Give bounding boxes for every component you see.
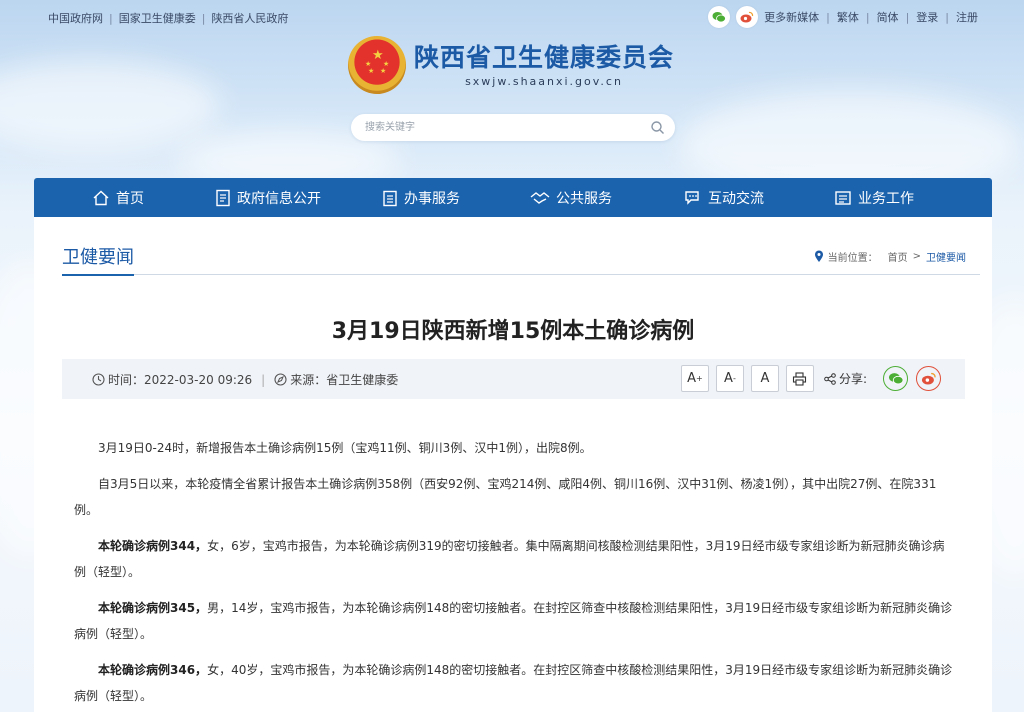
- article-source: 来源： 省卫生健康委: [274, 371, 398, 388]
- weibo-icon: [921, 372, 936, 385]
- time-label: 时间：: [108, 373, 145, 387]
- clock-icon: [92, 373, 105, 386]
- simplified-chinese-link[interactable]: 简体: [877, 9, 899, 25]
- compass-icon: [274, 373, 287, 386]
- source-value: 省卫生健康委: [326, 373, 399, 387]
- divider: |: [945, 10, 949, 24]
- content-panel: 卫健要闻 当前位置： 首页 > 卫健要闻 3月19日陕西新增15例本土确诊病例 …: [34, 217, 992, 712]
- case-heading: 本轮确诊病例344，: [98, 539, 208, 553]
- nav-item-interaction[interactable]: 互动交流: [684, 178, 764, 217]
- search-box: [351, 114, 675, 141]
- share-wechat-button[interactable]: [883, 366, 908, 391]
- minus-icon: -: [732, 374, 736, 383]
- font-button-label: A: [687, 371, 697, 386]
- breadcrumb-prefix: 当前位置：: [827, 253, 878, 264]
- link-shaanxi-gov[interactable]: 陕西省人民政府: [211, 10, 288, 26]
- home-icon: [93, 190, 109, 205]
- section-header: 卫健要闻 当前位置： 首页 > 卫健要闻: [62, 243, 980, 276]
- breadcrumb-home[interactable]: 首页: [888, 249, 908, 264]
- print-button[interactable]: [785, 365, 814, 392]
- nav-item-business[interactable]: 业务工作: [834, 178, 914, 217]
- logo-text: 陕西省卫生健康委员会 sxwjw.shaanxi.gov.cn: [414, 43, 674, 88]
- print-icon: [793, 371, 807, 386]
- link-nhc[interactable]: 国家卫生健康委: [119, 10, 196, 26]
- nav-item-public-services[interactable]: 公共服务: [530, 178, 612, 217]
- share-label: 分享:: [824, 370, 867, 387]
- section-title: 卫健要闻: [62, 243, 134, 276]
- handshake-icon: [530, 191, 550, 204]
- search-icon[interactable]: [650, 120, 665, 135]
- nav-item-home[interactable]: 首页: [92, 178, 144, 217]
- top-links: 中国政府网 | 国家卫生健康委 | 陕西省人民政府: [48, 10, 288, 26]
- paragraph: 3月19日0-24时，新增报告本土确诊病例15例（宝鸡11例、铜川3例、汉中1例…: [98, 441, 592, 455]
- nav-label: 公共服务: [556, 190, 612, 207]
- divider: |: [261, 372, 266, 387]
- plus-icon: +: [696, 374, 703, 383]
- font-increase-button[interactable]: A +: [680, 365, 709, 392]
- national-emblem-icon: ★ ★ ★ ★ ★: [348, 36, 406, 94]
- search-input[interactable]: [365, 119, 635, 136]
- login-link[interactable]: 登录: [916, 9, 938, 25]
- wechat-icon[interactable]: [708, 6, 731, 28]
- site-name: 陕西省卫生健康委员会: [414, 42, 675, 72]
- site-domain: sxwjw.shaanxi.gov.cn: [465, 74, 623, 88]
- nav-label: 业务工作: [858, 190, 914, 207]
- location-pin-icon: [814, 250, 823, 262]
- case-paragraph: 本轮确诊病例346，女，40岁，宝鸡市报告，为本轮确诊病例148的密切接触者。在…: [74, 657, 954, 709]
- article-body: 3月19日0-24时，新增报告本土确诊病例15例（宝鸡11例、铜川3例、汉中1例…: [74, 435, 954, 712]
- more-media-link[interactable]: 更多新媒体: [764, 9, 819, 25]
- chat-icon: [685, 190, 699, 205]
- font-button-label: A: [724, 371, 733, 386]
- font-button-label: A: [760, 371, 770, 386]
- top-bar: 中国政府网 | 国家卫生健康委 | 陕西省人民政府 更多新媒体 | 繁体 | 简…: [0, 0, 1024, 34]
- article-meta-bar: 时间： 2022-03-20 09:26 | 来源： 省卫生健康委 A + A- …: [62, 359, 965, 399]
- article-title: 3月19日陕西新增15例本土确诊病例: [331, 319, 695, 344]
- case-heading: 本轮确诊病例345，: [98, 601, 208, 615]
- breadcrumb: 当前位置： 首页 > 卫健要闻: [814, 249, 966, 264]
- paragraph: 自3月5日以来，本轮疫情全省累计报告本土确诊病例358例（西安92例、宝鸡214…: [74, 477, 937, 517]
- nav-label: 政府信息公开: [237, 190, 321, 207]
- time-value: 2022-03-20 09:26: [144, 372, 253, 387]
- nav-label: 互动交流: [708, 190, 764, 207]
- traditional-chinese-link[interactable]: 繁体: [837, 9, 859, 25]
- nav-label: 办事服务: [404, 190, 460, 207]
- case-heading: 本轮确诊病例346，: [98, 663, 208, 677]
- publish-time: 时间： 2022-03-20 09:26: [92, 371, 252, 388]
- breadcrumb-separator: >: [912, 251, 921, 262]
- document-icon: [216, 189, 230, 206]
- font-reset-button[interactable]: A: [750, 365, 779, 392]
- article-meta: 时间： 2022-03-20 09:26 | 来源： 省卫生健康委: [92, 371, 398, 388]
- article-tools: A + A- A 分享:: [674, 365, 941, 392]
- link-gov-cn[interactable]: 中国政府网: [48, 10, 103, 26]
- clipboard-icon: [383, 190, 397, 206]
- site-logo[interactable]: ★ ★ ★ ★ ★ 陕西省卫生健康委员会 sxwjw.shaanxi.gov.c…: [348, 36, 674, 94]
- share-label-text: 分享:: [838, 372, 867, 386]
- divider: |: [109, 11, 113, 25]
- divider: |: [826, 10, 830, 24]
- wechat-icon: [888, 373, 903, 385]
- breadcrumb-current[interactable]: 卫健要闻: [926, 249, 966, 264]
- font-decrease-button[interactable]: A-: [715, 365, 744, 392]
- divider: |: [865, 10, 870, 24]
- main-nav: 首页 政府信息公开 办事服务 公共服务 互动交流 业务工作: [34, 178, 992, 217]
- top-right-tools: 更多新媒体 | 繁体 | 简体 | 登录 | 注册: [708, 6, 978, 28]
- case-paragraph: 本轮确诊病例345，男，14岁，宝鸡市报告，为本轮确诊病例148的密切接触者。在…: [74, 595, 954, 647]
- share-weibo-button[interactable]: [916, 366, 941, 391]
- divider: |: [905, 10, 910, 24]
- share-icon: [824, 372, 836, 385]
- nav-item-gov-info[interactable]: 政府信息公开: [215, 178, 321, 217]
- nav-label: 首页: [116, 190, 144, 207]
- case-paragraph: 本轮确诊病例344，女，6岁，宝鸡市报告，为本轮确诊病例319的密切接触者。集中…: [74, 533, 954, 585]
- register-link[interactable]: 注册: [956, 9, 978, 25]
- weibo-icon[interactable]: [736, 6, 759, 28]
- source-label: 来源：: [290, 373, 327, 387]
- briefcase-icon: [835, 190, 851, 205]
- divider: |: [201, 11, 206, 25]
- nav-item-services[interactable]: 办事服务: [382, 178, 460, 217]
